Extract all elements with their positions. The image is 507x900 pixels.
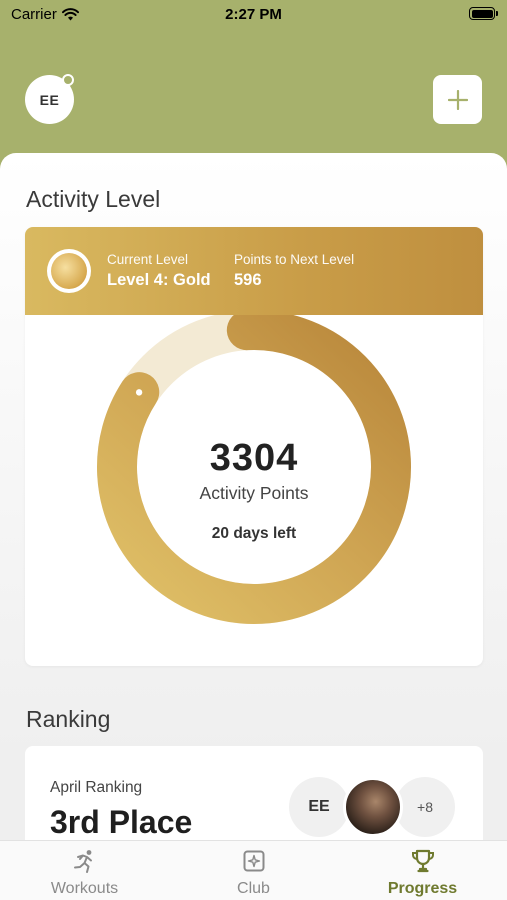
ranking-place: 3rd Place <box>50 804 193 840</box>
tab-workouts[interactable]: Workouts <box>0 841 169 900</box>
current-level: Current Level Level 4: Gold <box>107 252 211 290</box>
tab-progress[interactable]: Progress <box>338 841 507 900</box>
main-sheet: Activity Level Current Level Level 4: Go… <box>0 153 507 853</box>
status-bar: Carrier 2:27 PM <box>0 0 507 28</box>
ranking-card[interactable]: April Ranking 3rd Place EE +8 <box>25 746 483 853</box>
ring-end-marker <box>135 389 143 396</box>
activity-points-label: Activity Points <box>199 483 309 503</box>
tab-progress-label: Progress <box>387 880 458 897</box>
runner-icon <box>74 850 92 873</box>
plus-icon <box>447 89 468 110</box>
profile-avatar[interactable]: EE <box>25 74 74 124</box>
ranking-title: Ranking <box>26 706 111 732</box>
days-left: 20 days left <box>211 525 297 542</box>
gold-medal-icon <box>47 249 91 293</box>
tab-club-label: Club <box>237 880 270 897</box>
status-time: 2:27 PM <box>225 6 282 23</box>
points-to-next-label: Points to Next Level <box>234 252 355 267</box>
current-level-label: Current Level <box>107 252 189 267</box>
screen: Carrier 2:27 PM EE Activity Level Curren… <box>0 0 507 900</box>
ranking-avatar-self: EE <box>289 777 349 837</box>
activity-ring: 3304 Activity Points 20 days left <box>25 310 483 666</box>
trophy-icon <box>412 849 434 873</box>
ranking-avatar-photo <box>343 777 403 837</box>
club-icon <box>243 850 265 872</box>
ranking-more-label: +8 <box>417 799 433 815</box>
ranking-subtitle: April Ranking <box>50 779 143 796</box>
avatar-initials: EE <box>39 91 60 108</box>
notification-dot <box>62 74 74 86</box>
points-to-next-level: Points to Next Level 596 <box>234 252 354 290</box>
battery-icon <box>469 7 498 20</box>
current-level-value: Level 4: Gold <box>107 271 211 289</box>
tab-workouts-label: Workouts <box>50 880 119 897</box>
tab-bar: Workouts Club Progress <box>0 840 507 900</box>
activity-level-title: Activity Level <box>26 186 161 212</box>
activity-card[interactable]: Current Level Level 4: Gold Points to Ne… <box>25 227 483 666</box>
ranking-avatar-initials: EE <box>308 798 330 815</box>
points-to-next-value: 596 <box>234 271 262 289</box>
level-banner: Current Level Level 4: Gold Points to Ne… <box>25 227 483 315</box>
add-button[interactable] <box>433 75 482 124</box>
activity-points-value: 3304 <box>209 437 299 479</box>
tab-club[interactable]: Club <box>169 841 338 900</box>
ranking-more-count: +8 <box>395 777 455 837</box>
